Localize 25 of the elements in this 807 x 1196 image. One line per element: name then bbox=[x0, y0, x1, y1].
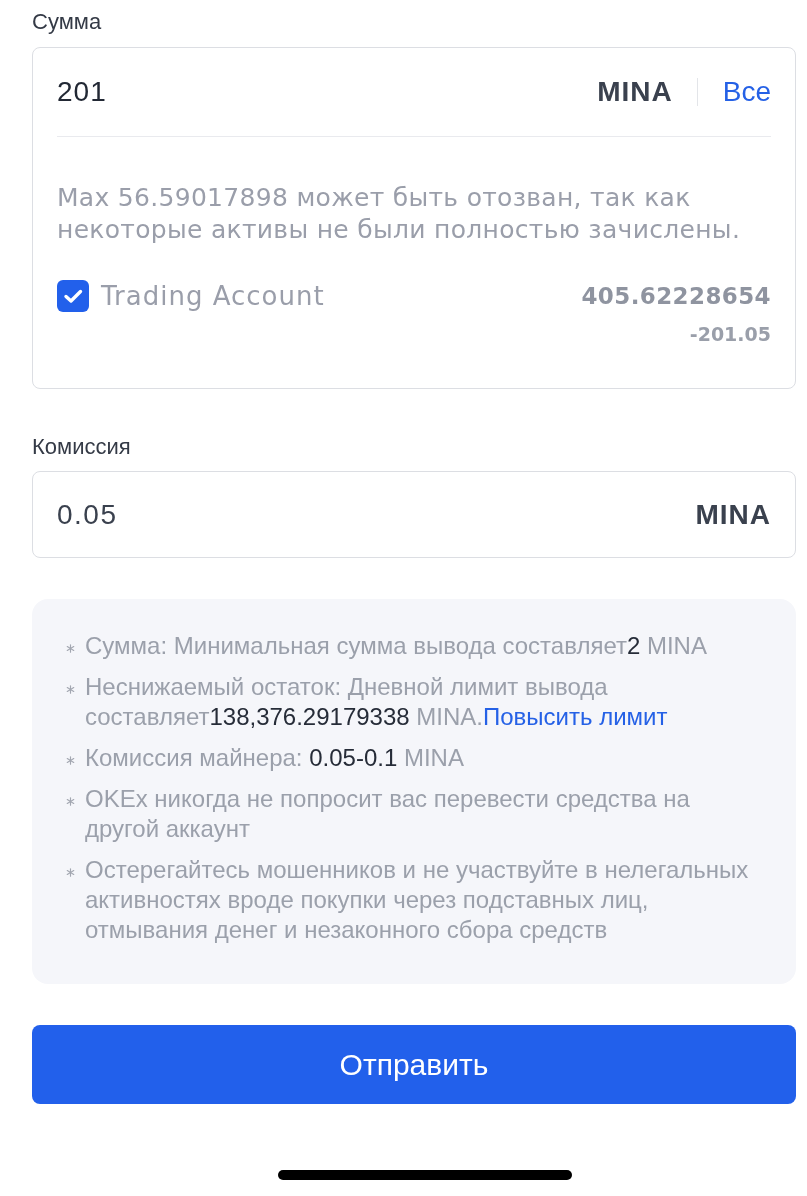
asterisk-icon bbox=[66, 868, 75, 877]
submit-button[interactable]: Отправить bbox=[32, 1025, 796, 1104]
withdraw-note: Max 56.59017898 может быть отозван, так как некоторые активы не были полностью зачислены. bbox=[57, 182, 742, 246]
account-balance: 405.62228654 bbox=[581, 282, 771, 311]
fee-field[interactable]: 0.05 MINA bbox=[32, 471, 796, 558]
all-button[interactable]: Все bbox=[722, 75, 771, 109]
asterisk-icon bbox=[66, 797, 75, 806]
asterisk-icon bbox=[66, 756, 75, 765]
currency-label: MINA bbox=[597, 75, 673, 109]
amount-label: Сумма bbox=[32, 9, 102, 35]
notice-text: OKEx никогда не попросит вас перевести средства на другой аккаунт bbox=[85, 784, 691, 844]
notice-text: Комиссия майнера: 0.05-0.1 MINA bbox=[85, 743, 464, 773]
raise-limit-link[interactable]: Повысить лимит bbox=[483, 703, 668, 730]
notice-text: Неснижаемый остаток: Дневной лимит вывода составляет138,376.29179338 MINA.Повысить лимит bbox=[85, 672, 669, 732]
balance-change: -201.05 bbox=[689, 322, 771, 347]
asterisk-icon bbox=[66, 685, 75, 694]
fee-label: Комиссия bbox=[32, 434, 131, 460]
asterisk-icon bbox=[66, 644, 75, 653]
account-label: Trading Account bbox=[101, 280, 325, 312]
checkbox[interactable] bbox=[57, 280, 89, 312]
amount-input[interactable]: 201 bbox=[57, 74, 598, 110]
notice-text: Сумма: Минимальная сумма вывода составляет2 MINA bbox=[85, 631, 707, 661]
fee-input[interactable]: 0.05 bbox=[57, 496, 696, 533]
currency-label: MINA bbox=[695, 497, 771, 532]
notice-text: Остерегайтесь мошенников и не участвуйте в нелегальных активностях вроде покупки через подставных лиц, отмывания денег и незаконного сбора средств bbox=[85, 855, 750, 945]
